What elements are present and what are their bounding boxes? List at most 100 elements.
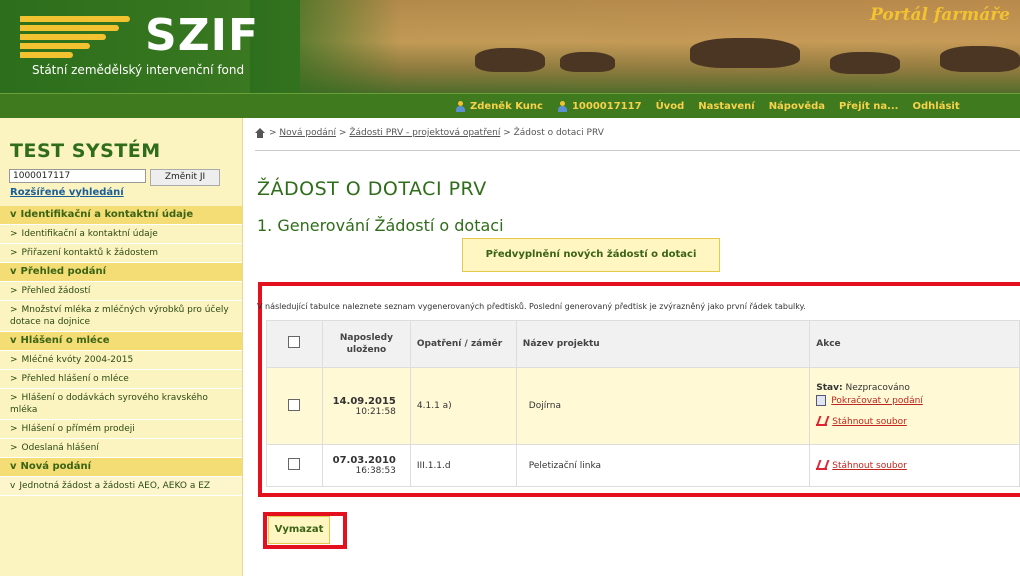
- nav-help[interactable]: Nápověda: [769, 101, 825, 112]
- chevron-right-icon: >: [10, 443, 18, 453]
- prefill-requests-button[interactable]: Předvyplnění nových žádostí o dotaci: [462, 238, 720, 272]
- page-title: ŽÁDOST O DOTACI PRV: [257, 178, 487, 200]
- nav-settings[interactable]: Nastavení: [698, 101, 754, 112]
- chevron-down-icon: v: [10, 481, 16, 491]
- header-project-name[interactable]: Název projektu: [515, 320, 811, 368]
- breadcrumb-link-new-submissions[interactable]: Nová podání: [279, 128, 336, 138]
- projects-table: Naposledy uloženo Opatření / záměr Název…: [266, 320, 1020, 487]
- chevron-right-icon: >: [10, 355, 18, 365]
- sidebar-item-label: Množství mléka z mléčných výrobků pro úč…: [10, 305, 229, 327]
- continue-action[interactable]: Pokračovat v podání: [816, 395, 1019, 406]
- header-fade: [250, 0, 400, 93]
- home-icon[interactable]: [255, 128, 266, 138]
- header-actions: Akce: [809, 320, 1020, 368]
- chevron-down-icon: v: [10, 461, 17, 472]
- sidebar-item[interactable]: > Přehled žádostí: [0, 282, 242, 301]
- header-last-saved[interactable]: Naposledy uloženo: [321, 320, 411, 368]
- chevron-down-icon: v: [10, 266, 17, 277]
- breadcrumb-link-prv-projects[interactable]: Žádosti PRV - projektová opatření: [349, 128, 500, 138]
- chevron-right-icon: >: [10, 393, 18, 403]
- chevron-right-icon: >: [10, 229, 18, 239]
- download-file-link[interactable]: Stáhnout soubor: [832, 461, 907, 471]
- logo-text[interactable]: SZIF: [145, 14, 259, 58]
- sidebar-item[interactable]: > Odeslaná hlášení: [0, 439, 242, 458]
- sidebar-item-label: Identifikační a kontaktní údaje: [21, 229, 158, 239]
- sidebar-menu: v Identifikační a kontaktní údaje > Identif…: [0, 206, 242, 496]
- actions-cell: Stáhnout soubor: [809, 444, 1020, 487]
- last-saved-cell: 07.03.2010 16:38:53: [321, 444, 411, 487]
- breadcrumb-separator: >: [269, 128, 277, 138]
- sidebar-item[interactable]: > Množství mléka z mléčných výrobků pro ú…: [0, 301, 242, 332]
- cow-silhouette: [690, 38, 800, 68]
- status-line: Stav: Nezpracováno: [816, 383, 1019, 393]
- delete-button[interactable]: Vymazat: [268, 516, 330, 544]
- saved-time: 10:21:58: [355, 406, 396, 417]
- project-name-cell: Peletizační linka: [515, 444, 811, 487]
- select-all-checkbox[interactable]: [288, 336, 301, 348]
- sidebar-item[interactable]: > Hlášení o přímém prodeji: [0, 420, 242, 439]
- sidebar-section[interactable]: v Nová podání: [0, 458, 242, 477]
- header-measure[interactable]: Opatření / záměr: [409, 320, 517, 368]
- nav-user-name: Zdeněk Kunc: [470, 101, 543, 112]
- logo-subtitle: Státní zemědělský intervenční fond: [32, 63, 245, 77]
- continue-submission-link[interactable]: Pokračovat v podání: [831, 396, 923, 406]
- chevron-down-icon: v: [10, 209, 17, 220]
- nav-user-id-label: 1000017117: [571, 101, 642, 112]
- sidebar-section[interactable]: v Hlášení o mléce: [0, 332, 242, 351]
- table-note: V následující tabulce naleznete seznam v…: [257, 302, 806, 311]
- change-ji-button[interactable]: Změnit JI: [150, 169, 220, 186]
- sidebar-section[interactable]: v Identifikační a kontaktní údaje: [0, 206, 242, 225]
- chevron-down-icon: v: [10, 335, 17, 346]
- sidebar-section[interactable]: v Přehled podání: [0, 263, 242, 282]
- row-checkbox[interactable]: [288, 458, 301, 470]
- sidebar-item[interactable]: > Identifikační a kontaktní údaje: [0, 225, 242, 244]
- nav-goto[interactable]: Přejít na...: [839, 101, 898, 112]
- measure-cell: 4.1.1 a): [409, 367, 517, 445]
- sidebar-item[interactable]: v Jednotná žádost a žádosti AEO, AEKO a E…: [0, 477, 242, 496]
- top-navigation: Zdeněk Kunc 1000017117 Úvod Nastavení Ná…: [0, 93, 1020, 118]
- last-saved-cell: 14.09.2015 10:21:58: [321, 367, 411, 445]
- nav-user[interactable]: Zdeněk Kunc: [455, 101, 543, 112]
- sidebar-item-label: Hlášení o mléce: [20, 335, 110, 346]
- nav-home[interactable]: Úvod: [656, 101, 685, 112]
- cow-silhouette: [475, 48, 545, 72]
- chevron-right-icon: >: [10, 248, 18, 258]
- table-row: 07.03.2010 16:38:53 III.1.1.d Peletizačn…: [266, 444, 1020, 487]
- user-icon: [557, 101, 568, 112]
- project-name-cell: Dojírna: [515, 367, 811, 445]
- sidebar-item[interactable]: > Přehled hlášení o mléce: [0, 370, 242, 389]
- actions-cell: Stav: Nezpracováno Pokračovat v podání S…: [809, 367, 1020, 445]
- breadcrumb-separator: >: [503, 128, 511, 138]
- sidebar-item[interactable]: > Mléčné kvóty 2004-2015: [0, 351, 242, 370]
- header-banner: SZIF Státní zemědělský intervenční fond …: [0, 0, 1020, 93]
- section-title: 1. Generování Žádostí o dotaci: [257, 216, 504, 235]
- download-file-link[interactable]: Stáhnout soubor: [832, 417, 907, 427]
- header-select-all[interactable]: [266, 320, 323, 368]
- row-select[interactable]: [266, 367, 323, 445]
- download-action[interactable]: Stáhnout soubor: [816, 416, 1019, 427]
- table-row: 14.09.2015 10:21:58 4.1.1 a) Dojírna Sta…: [266, 367, 1020, 445]
- download-action[interactable]: Stáhnout soubor: [816, 460, 1019, 471]
- breadcrumb: > Nová podání > Žádosti PRV - projektová…: [255, 128, 604, 138]
- nav-logout[interactable]: Odhlásit: [912, 101, 959, 112]
- advanced-search-link[interactable]: Rozšířené vyhledání: [10, 187, 124, 198]
- status-label: Stav:: [816, 383, 843, 393]
- sidebar-item-label: Odeslaná hlášení: [21, 443, 99, 453]
- sidebar-item-label: Jednotná žádost a žádosti AEO, AEKO a EZ: [19, 481, 211, 491]
- row-select[interactable]: [266, 444, 323, 487]
- edit-form-icon: [816, 395, 827, 406]
- breadcrumb-separator: >: [338, 128, 347, 138]
- nav-user-id[interactable]: 1000017117: [557, 101, 642, 112]
- cow-silhouette: [830, 52, 900, 74]
- sidebar-item[interactable]: > Hlášení o dodávkách syrového kravského …: [0, 389, 242, 420]
- chevron-right-icon: >: [10, 305, 18, 315]
- search-input[interactable]: [9, 169, 146, 183]
- saved-time: 16:38:53: [355, 466, 396, 476]
- sidebar: TEST SYSTÉM Změnit JI Rozšířené vyhledán…: [0, 118, 243, 576]
- cow-silhouette: [940, 46, 1020, 72]
- sidebar-item-label: Mléčné kvóty 2004-2015: [21, 355, 134, 365]
- chevron-right-icon: >: [10, 374, 18, 384]
- row-checkbox[interactable]: [288, 398, 301, 411]
- sidebar-item[interactable]: > Přiřazení kontaktů k žádostem: [0, 244, 242, 263]
- sidebar-item-label: Identifikační a kontaktní údaje: [20, 209, 194, 220]
